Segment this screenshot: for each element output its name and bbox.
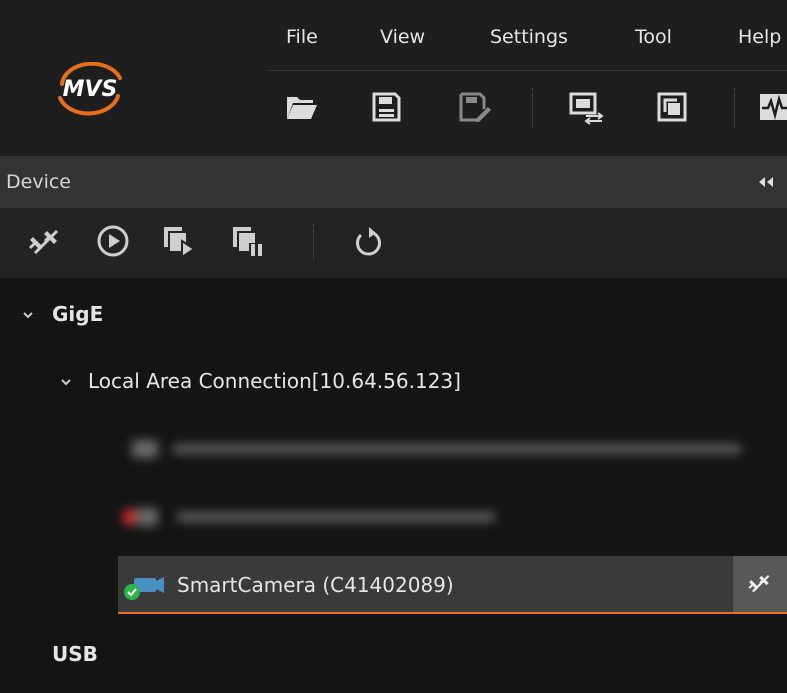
camera-connected-icon [124,577,164,600]
chevron-down-icon[interactable] [22,309,34,321]
chevron-down-icon[interactable] [60,376,72,388]
play-circle-icon[interactable] [95,223,131,259]
toolbar-separator [532,88,533,128]
toolbar-separator [313,224,314,260]
redacted-device-row [128,438,748,460]
menu-help[interactable]: Help [738,26,781,48]
save-icon[interactable] [368,89,404,125]
fullscreen-icon[interactable] [654,89,690,125]
menu-settings[interactable]: Settings [490,26,568,48]
stop-grab-icon[interactable] [229,223,265,259]
device-panel-header: Device [0,156,787,208]
menu-view[interactable]: View [380,26,425,48]
menu-divider [268,70,787,71]
window-switch-icon[interactable] [568,89,604,125]
svg-text:MVS: MVS [63,77,118,102]
tree-node-local-area-connection[interactable]: Local Area Connection[10.64.56.123] [88,369,461,393]
mvs-logo: MVS [58,62,122,116]
device-panel-title: Device [6,171,71,193]
selected-device-label: SmartCamera (C41402089) [177,573,454,597]
menu-file[interactable]: File [286,26,318,48]
double-left-arrow-icon[interactable] [756,174,776,190]
start-grab-icon[interactable] [160,223,196,259]
tree-node-usb[interactable]: USB [52,642,98,666]
disconnect-icon [748,575,770,593]
disconnect-icon[interactable] [27,223,63,259]
tree-node-gige[interactable]: GigE [52,302,103,326]
redacted-device-row [118,506,498,528]
refresh-icon[interactable] [350,223,386,259]
save-as-icon[interactable] [456,89,492,125]
open-folder-icon[interactable] [283,89,319,125]
menu-tool[interactable]: Tool [635,26,672,48]
device-disconnect-button[interactable] [733,556,787,612]
waveform-icon[interactable] [758,89,787,125]
toolbar-separator [734,88,735,128]
